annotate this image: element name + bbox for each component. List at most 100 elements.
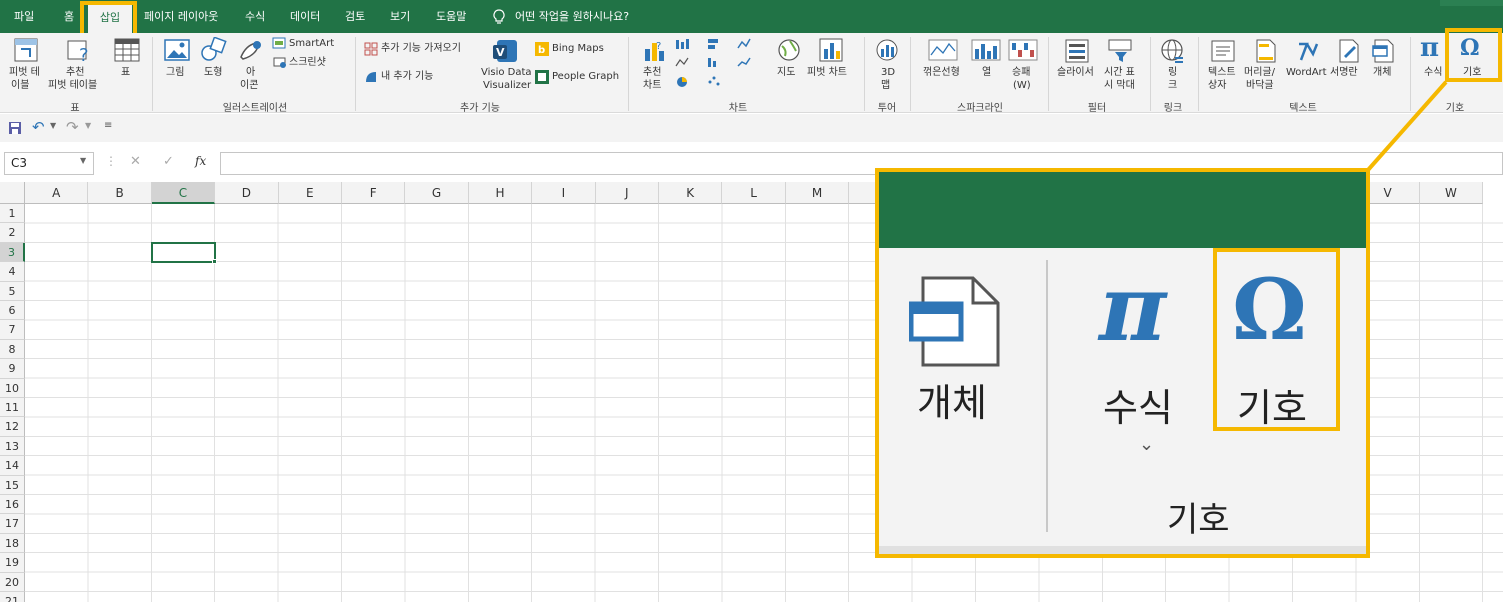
- column-header[interactable]: E: [278, 182, 342, 204]
- row-header[interactable]: 1: [0, 204, 25, 224]
- row-header[interactable]: 19: [0, 553, 25, 573]
- get-addins-label[interactable]: 추가 기능 가져오기: [381, 43, 461, 55]
- row-header[interactable]: 4: [0, 262, 25, 282]
- column-header[interactable]: J: [595, 182, 659, 204]
- save-icon[interactable]: [8, 121, 22, 135]
- slicer-label[interactable]: 슬라이서: [1057, 67, 1094, 79]
- undo-icon[interactable]: ↶: [32, 118, 45, 136]
- cancel-icon[interactable]: ✕: [130, 154, 141, 169]
- visio-label-2[interactable]: Visualizer: [483, 80, 531, 92]
- insert-function-icon[interactable]: fx: [195, 154, 206, 168]
- picture-label[interactable]: 그림: [166, 67, 184, 79]
- bing-maps-label[interactable]: Bing Maps: [552, 43, 604, 55]
- row-header[interactable]: 21: [0, 592, 25, 602]
- pivot-chart-label[interactable]: 피벗 차트: [807, 67, 847, 79]
- row-header[interactable]: 7: [0, 320, 25, 340]
- row-header[interactable]: 14: [0, 456, 25, 476]
- column-header[interactable]: M: [785, 182, 850, 204]
- row-header[interactable]: 9: [0, 359, 25, 379]
- column-header[interactable]: I: [532, 182, 596, 204]
- recommended-pivot-label-2[interactable]: 피벗 테이블: [48, 80, 97, 92]
- header-footer-label-2[interactable]: 바닥글: [1246, 80, 1274, 92]
- column-header[interactable]: W: [1419, 182, 1484, 204]
- row-header[interactable]: 2: [0, 223, 25, 243]
- tab-review[interactable]: 검토: [345, 0, 365, 33]
- fill-handle[interactable]: [212, 259, 218, 265]
- column-header[interactable]: F: [342, 182, 406, 204]
- recommended-charts-label-1[interactable]: 추천: [643, 67, 661, 79]
- customize-qat-icon[interactable]: ≡: [104, 120, 112, 131]
- signature-line-label[interactable]: 서명란: [1330, 67, 1358, 79]
- row-header[interactable]: 20: [0, 572, 25, 592]
- tab-home[interactable]: 홈: [64, 0, 74, 33]
- people-graph-label[interactable]: People Graph: [552, 71, 619, 83]
- pivot-table-label-2[interactable]: 이블: [11, 80, 29, 92]
- row-header[interactable]: 6: [0, 301, 25, 321]
- zoom-equation-label[interactable]: 수식: [1103, 377, 1173, 432]
- timeline-label-1[interactable]: 시간 표: [1104, 67, 1135, 79]
- select-all-corner[interactable]: [0, 182, 25, 204]
- tab-view[interactable]: 보기: [390, 0, 410, 33]
- object-label[interactable]: 개체: [1373, 67, 1391, 79]
- visio-label-1[interactable]: Visio Data: [481, 67, 532, 79]
- screenshot-label[interactable]: 스크린샷: [289, 57, 326, 69]
- 3d-map-label-2[interactable]: 맵: [881, 80, 890, 92]
- zoom-object-label[interactable]: 개체: [917, 372, 987, 427]
- row-header[interactable]: 3: [0, 242, 25, 263]
- table-button-label[interactable]: 표: [121, 67, 130, 79]
- recommended-charts-label-2[interactable]: 차트: [643, 80, 661, 92]
- row-header[interactable]: 16: [0, 495, 25, 515]
- recommended-pivot-label-1[interactable]: 추천: [66, 67, 84, 79]
- row-header[interactable]: 15: [0, 475, 25, 495]
- enter-icon[interactable]: ✓: [163, 154, 174, 169]
- column-header[interactable]: C: [151, 182, 216, 204]
- symbol-label[interactable]: 기호: [1463, 67, 1481, 79]
- equation-label[interactable]: 수식: [1424, 67, 1442, 79]
- sparkline-line-label[interactable]: 꺾은선형: [923, 67, 960, 79]
- row-header[interactable]: 18: [0, 533, 25, 554]
- textbox-label-2[interactable]: 상자: [1208, 80, 1226, 92]
- header-footer-label-1[interactable]: 머리글/: [1244, 67, 1275, 79]
- column-header[interactable]: B: [88, 182, 152, 204]
- 3d-map-label-1[interactable]: 3D: [881, 67, 895, 79]
- row-header[interactable]: 13: [0, 436, 25, 457]
- pivot-table-label-1[interactable]: 피벗 테: [9, 67, 40, 79]
- column-header[interactable]: L: [722, 182, 786, 204]
- tab-page-layout[interactable]: 페이지 레이아웃: [144, 0, 218, 33]
- shapes-label[interactable]: 도형: [204, 67, 222, 79]
- selected-cell[interactable]: [150, 241, 217, 264]
- row-header[interactable]: 17: [0, 514, 25, 534]
- row-header[interactable]: 8: [0, 339, 25, 360]
- undo-dropdown-icon[interactable]: ▼: [50, 121, 56, 130]
- icons-label-2[interactable]: 이콘: [240, 80, 258, 92]
- my-addins-label[interactable]: 내 추가 기능: [381, 71, 433, 83]
- tab-insert[interactable]: 삽입: [88, 4, 132, 33]
- zoom-equation-dropdown-icon[interactable]: ⌄: [1139, 434, 1154, 455]
- row-header[interactable]: 12: [0, 417, 25, 437]
- name-box-dropdown-icon[interactable]: ▼: [80, 156, 86, 165]
- column-header[interactable]: K: [659, 182, 723, 204]
- link-label-1[interactable]: 링: [1168, 67, 1177, 79]
- tab-formulas[interactable]: 수식: [245, 0, 265, 33]
- textbox-label-1[interactable]: 텍스트: [1208, 67, 1236, 79]
- tab-help[interactable]: 도움말: [436, 0, 466, 33]
- smartart-label[interactable]: SmartArt: [289, 38, 334, 50]
- sparkline-winloss-label-1[interactable]: 승패: [1012, 67, 1030, 79]
- tab-data[interactable]: 데이터: [290, 0, 320, 33]
- sparkline-winloss-label-2[interactable]: (W): [1013, 80, 1031, 92]
- row-header[interactable]: 10: [0, 378, 25, 398]
- column-header[interactable]: G: [405, 182, 469, 204]
- wordart-label[interactable]: WordArt: [1286, 67, 1327, 79]
- column-header[interactable]: H: [468, 182, 533, 204]
- redo-dropdown-icon[interactable]: ▼: [85, 121, 91, 130]
- column-header[interactable]: D: [215, 182, 279, 204]
- tell-me-search[interactable]: 어떤 작업을 원하시나요?: [515, 0, 629, 33]
- tab-file[interactable]: 파일: [14, 0, 34, 33]
- maps-label[interactable]: 지도: [777, 67, 795, 79]
- timeline-label-2[interactable]: 시 막대: [1104, 80, 1135, 92]
- zoom-symbol-label[interactable]: 기호: [1237, 377, 1307, 432]
- redo-icon[interactable]: ↷: [66, 118, 79, 136]
- icons-label-1[interactable]: 아: [246, 67, 255, 79]
- link-label-2[interactable]: 크: [1168, 80, 1177, 92]
- column-header[interactable]: A: [25, 182, 89, 204]
